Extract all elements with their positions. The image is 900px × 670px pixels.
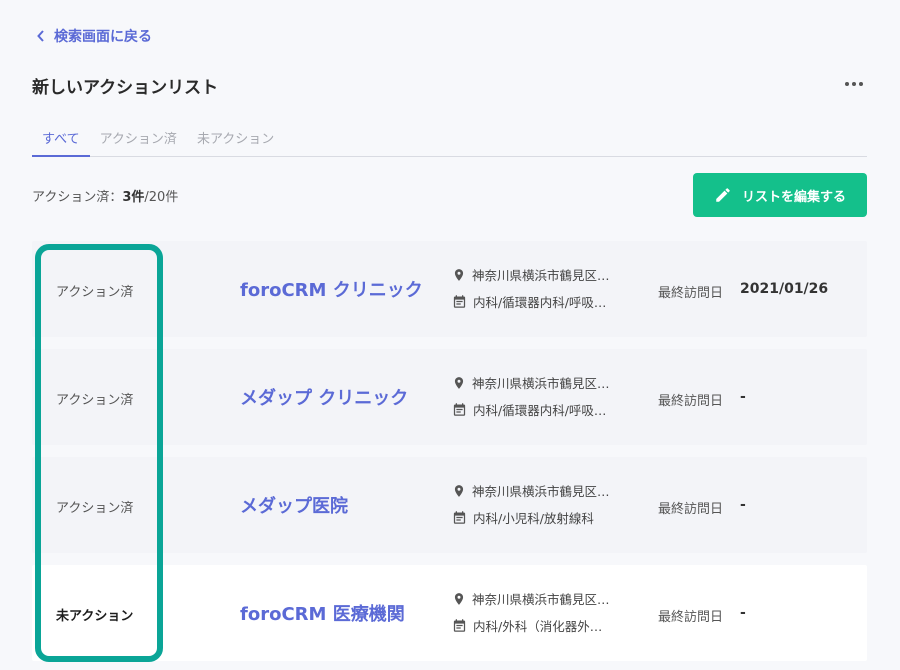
address-line: 神奈川県横浜市鶴見区…	[452, 589, 610, 608]
list-item[interactable]: アクション済 foroCRM クリニック 神奈川県横浜市鶴見区… 内科/循環器内…	[32, 241, 867, 337]
more-options-icon[interactable]	[845, 82, 863, 86]
facility-name-link[interactable]: メダップ医院	[240, 492, 348, 518]
address-text: 神奈川県横浜市鶴見区…	[472, 484, 610, 499]
action-status: 未アクション	[56, 609, 134, 624]
edit-list-label: リストを編集する	[741, 189, 846, 205]
back-to-search-link[interactable]: 検索画面に戻る	[36, 26, 152, 46]
summary-total: /20件	[144, 190, 179, 205]
summary-count: 3件	[122, 190, 145, 205]
location-pin-icon	[454, 484, 464, 497]
back-link-label: 検索画面に戻る	[54, 29, 152, 45]
calendar-icon	[453, 619, 466, 632]
department-line: 内科/循環器内科/呼吸…	[452, 400, 606, 419]
department-line: 内科/外科（消化器外…	[452, 616, 602, 635]
action-status: アクション済	[56, 285, 134, 300]
edit-list-button[interactable]: リストを編集する	[693, 173, 867, 217]
address-line: 神奈川県横浜市鶴見区…	[452, 373, 610, 392]
tab-all[interactable]: すべて	[32, 120, 90, 157]
tab-actioned[interactable]: アクション済	[90, 120, 187, 156]
pencil-icon	[716, 188, 730, 202]
department-text: 内科/循環器内科/呼吸…	[473, 403, 607, 418]
address-text: 神奈川県横浜市鶴見区…	[472, 376, 610, 391]
last-visit-label: 最終訪問日	[658, 502, 724, 517]
page-title: 新しいアクションリスト	[32, 78, 219, 98]
action-list: アクション済 foroCRM クリニック 神奈川県横浜市鶴見区… 内科/循環器内…	[32, 241, 867, 670]
last-visit-label: 最終訪問日	[658, 394, 724, 409]
calendar-icon	[453, 511, 466, 524]
facility-name-link[interactable]: foroCRM 医療機関	[240, 600, 405, 626]
last-visit-value: -	[740, 389, 746, 405]
action-status: アクション済	[56, 501, 134, 516]
last-visit-value: -	[740, 605, 746, 621]
list-item[interactable]: アクション済 メダップ クリニック 神奈川県横浜市鶴見区… 内科/循環器内科/呼…	[32, 349, 867, 445]
address-text: 神奈川県横浜市鶴見区…	[472, 268, 610, 283]
list-item[interactable]: 未アクション foroCRM 医療機関 神奈川県横浜市鶴見区… 内科/外科（消化…	[32, 565, 867, 661]
last-visit-value: -	[740, 497, 746, 513]
calendar-icon	[453, 403, 466, 416]
list-item[interactable]: アクション済 メダップ医院 神奈川県横浜市鶴見区… 内科/小児科/放射線科 最終…	[32, 457, 867, 553]
department-line: 内科/小児科/放射線科	[452, 508, 594, 527]
location-pin-icon	[454, 592, 464, 605]
department-text: 内科/小児科/放射線科	[473, 511, 594, 526]
last-visit-value: 2021/01/26	[740, 281, 829, 297]
tab-unactioned[interactable]: 未アクション	[187, 120, 284, 156]
address-line: 神奈川県横浜市鶴見区…	[452, 265, 610, 284]
location-pin-icon	[454, 268, 464, 281]
last-visit-label: 最終訪問日	[658, 610, 724, 625]
tab-bar: すべて アクション済 未アクション	[32, 120, 867, 157]
location-pin-icon	[454, 376, 464, 389]
chevron-left-icon	[37, 30, 44, 42]
department-text: 内科/外科（消化器外…	[473, 619, 603, 634]
address-line: 神奈川県横浜市鶴見区…	[452, 481, 610, 500]
summary-prefix: アクション済：	[32, 190, 123, 205]
facility-name-link[interactable]: メダップ クリニック	[240, 384, 408, 410]
last-visit-label: 最終訪問日	[658, 286, 724, 301]
department-line: 内科/循環器内科/呼吸…	[452, 292, 606, 311]
action-summary: アクション済：3件/20件	[32, 186, 178, 205]
department-text: 内科/循環器内科/呼吸…	[473, 295, 607, 310]
address-text: 神奈川県横浜市鶴見区…	[472, 592, 610, 607]
facility-name-link[interactable]: foroCRM クリニック	[240, 276, 423, 302]
calendar-icon	[453, 295, 466, 308]
action-status: アクション済	[56, 393, 134, 408]
